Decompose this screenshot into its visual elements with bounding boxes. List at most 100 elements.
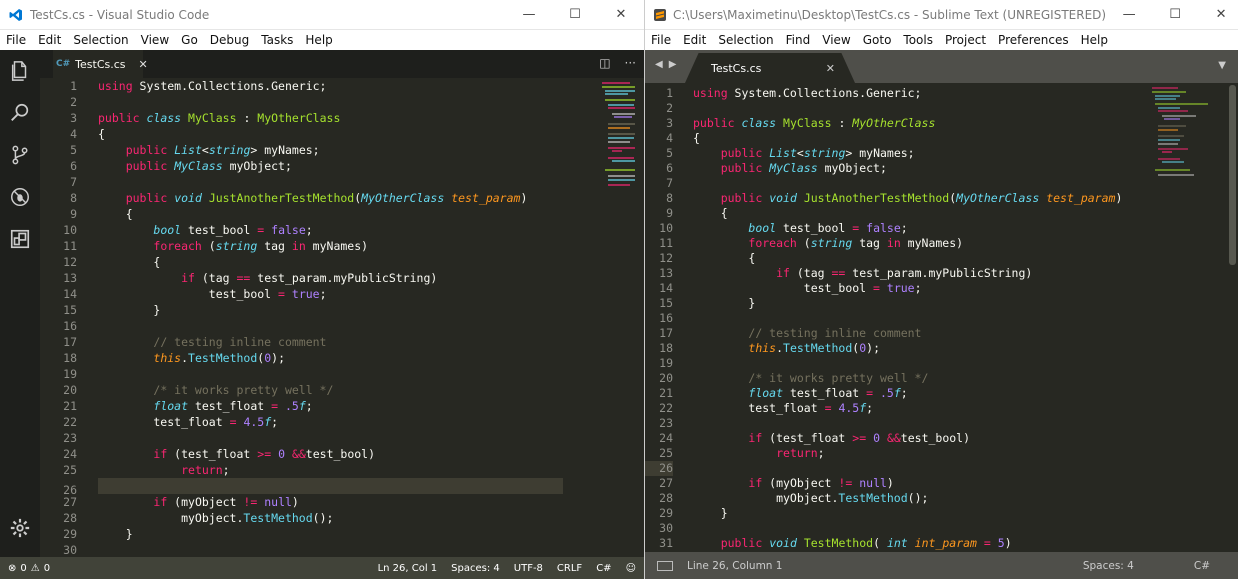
- status-language[interactable]: C#: [596, 563, 611, 574]
- tab-label: TestCs.cs: [711, 61, 762, 75]
- tab-close-icon[interactable]: ✕: [826, 62, 835, 75]
- settings-gear-icon[interactable]: [0, 507, 40, 549]
- code-line: 23: [63, 431, 77, 445]
- sublime-tab-bar: ◀▶ TestCs.cs ✕ ▼: [645, 50, 1238, 83]
- menu-tasks[interactable]: Tasks: [255, 33, 299, 47]
- sublime-scrollbar[interactable]: [1227, 83, 1238, 552]
- tab-nav-arrows-icon[interactable]: ◀▶: [655, 59, 682, 70]
- code-line: 17 // testing inline comment: [63, 335, 327, 349]
- code-line: 22 test_float = 4.5f;: [659, 401, 874, 415]
- code-line: 16: [63, 319, 77, 333]
- code-line: 4{: [70, 127, 105, 141]
- tab-close-icon[interactable]: ✕: [139, 58, 148, 71]
- code-line: 31 public void TestMethod( int int_param…: [659, 536, 1012, 550]
- editor-tab-bar: C# TestCs.cs ✕ ◫ ···: [40, 50, 644, 78]
- tab-dropdown-icon[interactable]: ▼: [1218, 60, 1226, 71]
- code-line: 14 test_bool = true;: [63, 287, 327, 301]
- menu-selection[interactable]: Selection: [712, 33, 779, 47]
- console-toggle-icon[interactable]: [657, 560, 673, 571]
- code-line: 10 bool test_bool = false;: [659, 221, 908, 235]
- files-icon[interactable]: [0, 50, 40, 92]
- maximize-button[interactable]: ☐: [1152, 0, 1198, 30]
- code-line: 7: [666, 176, 673, 190]
- menu-tools[interactable]: Tools: [897, 33, 939, 47]
- status-eol[interactable]: CRLF: [557, 563, 582, 574]
- status-indentation[interactable]: Spaces: 4: [451, 563, 500, 574]
- close-button[interactable]: ✕: [598, 0, 644, 30]
- sublime-minimap[interactable]: [1150, 86, 1220, 206]
- extensions-icon[interactable]: [0, 218, 40, 260]
- errors-icon[interactable]: ⊗: [8, 563, 16, 574]
- code-line: 19: [659, 356, 673, 370]
- code-line: 3 public class MyClass : MyOtherClass: [70, 111, 341, 125]
- status-cursor-position[interactable]: Ln 26, Col 1: [378, 563, 438, 574]
- sublime-editor[interactable]: 1 using System.Collections.Generic; 2 3 pu…: [645, 83, 1225, 552]
- menu-goto[interactable]: Goto: [857, 33, 898, 47]
- warnings-icon[interactable]: ⚠: [31, 563, 40, 574]
- search-icon[interactable]: [0, 92, 40, 134]
- code-line: 27 if (myObject != null): [63, 495, 299, 509]
- menu-file[interactable]: File: [645, 33, 677, 47]
- code-line: 1 using System.Collections.Generic;: [70, 79, 327, 93]
- menu-view[interactable]: View: [135, 33, 175, 47]
- vscode-minimap[interactable]: [600, 80, 635, 240]
- tab-testcs[interactable]: C# TestCs.cs ✕: [53, 50, 148, 78]
- code-line: 25 return;: [659, 446, 825, 460]
- tab-testcs[interactable]: TestCs.cs ✕: [685, 53, 855, 83]
- code-line: 24 if (test_float >= 0 &&test_bool): [63, 447, 376, 461]
- minimize-button[interactable]: —: [1106, 0, 1152, 30]
- menu-file[interactable]: File: [0, 33, 32, 47]
- menu-find[interactable]: Find: [780, 33, 817, 47]
- menu-view[interactable]: View: [816, 33, 856, 47]
- menu-edit[interactable]: Edit: [32, 33, 67, 47]
- menu-selection[interactable]: Selection: [67, 33, 134, 47]
- code-line: 19: [63, 367, 77, 381]
- split-editor-icon[interactable]: ◫: [599, 56, 610, 70]
- error-count[interactable]: 0: [20, 563, 26, 574]
- code-line: 23: [659, 416, 673, 430]
- code-line: 29 }: [659, 506, 728, 520]
- sublime-status-bar: Line 26, Column 1 Spaces: 4 C#: [645, 552, 1238, 579]
- activity-bar: [0, 50, 40, 557]
- code-line: 11 foreach (string tag in myNames): [63, 239, 369, 253]
- status-indentation[interactable]: Spaces: 4: [1083, 560, 1134, 572]
- source-control-icon[interactable]: [0, 134, 40, 176]
- menu-help[interactable]: Help: [1075, 33, 1114, 47]
- code-line: 24 if (test_float >= 0 &&test_bool): [659, 431, 971, 445]
- menu-preferences[interactable]: Preferences: [992, 33, 1075, 47]
- menu-debug[interactable]: Debug: [204, 33, 255, 47]
- warning-count[interactable]: 0: [44, 563, 50, 574]
- code-line: 13 if (tag == test_param.myPublicString): [63, 271, 438, 285]
- tab-label: TestCs.cs: [75, 57, 126, 71]
- menu-go[interactable]: Go: [175, 33, 204, 47]
- more-actions-icon[interactable]: ···: [625, 56, 636, 70]
- code-line: 12 {: [659, 251, 756, 265]
- code-line: 6 public MyClass myObject;: [666, 161, 887, 175]
- code-line: 28 myObject.TestMethod();: [63, 511, 334, 525]
- menu-project[interactable]: Project: [939, 33, 992, 47]
- vscode-editor[interactable]: 1 using System.Collections.Generic; 2 3 pu…: [40, 78, 635, 557]
- close-button[interactable]: ✕: [1198, 0, 1238, 30]
- sublime-titlebar: C:\Users\Maximetinu\Desktop\TestCs.cs - …: [645, 0, 1238, 30]
- status-cursor-position: Line 26, Column 1: [687, 559, 783, 572]
- code-line: 15 }: [63, 303, 161, 317]
- minimize-button[interactable]: —: [506, 0, 552, 30]
- vscode-logo-icon: [8, 7, 24, 23]
- code-line: 21 float test_float = .5f;: [63, 399, 313, 413]
- status-language[interactable]: C#: [1194, 560, 1210, 572]
- menu-help[interactable]: Help: [299, 33, 338, 47]
- code-line: 20 /* it works pretty well */: [659, 371, 929, 385]
- code-line: 9 {: [666, 206, 728, 220]
- maximize-button[interactable]: ☐: [552, 0, 598, 30]
- code-line: 12 {: [63, 255, 161, 269]
- csharp-file-icon: C#: [56, 59, 71, 69]
- sublime-scrollbar-thumb[interactable]: [1229, 85, 1236, 265]
- code-line: 2: [70, 95, 77, 109]
- feedback-smiley-icon[interactable]: ☺: [626, 563, 636, 574]
- code-line: 30: [659, 521, 673, 535]
- debug-icon[interactable]: [0, 176, 40, 218]
- code-line: 22 test_float = 4.5f;: [63, 415, 279, 429]
- status-encoding[interactable]: UTF-8: [514, 563, 543, 574]
- code-line-current: 26: [40, 478, 635, 497]
- menu-edit[interactable]: Edit: [677, 33, 712, 47]
